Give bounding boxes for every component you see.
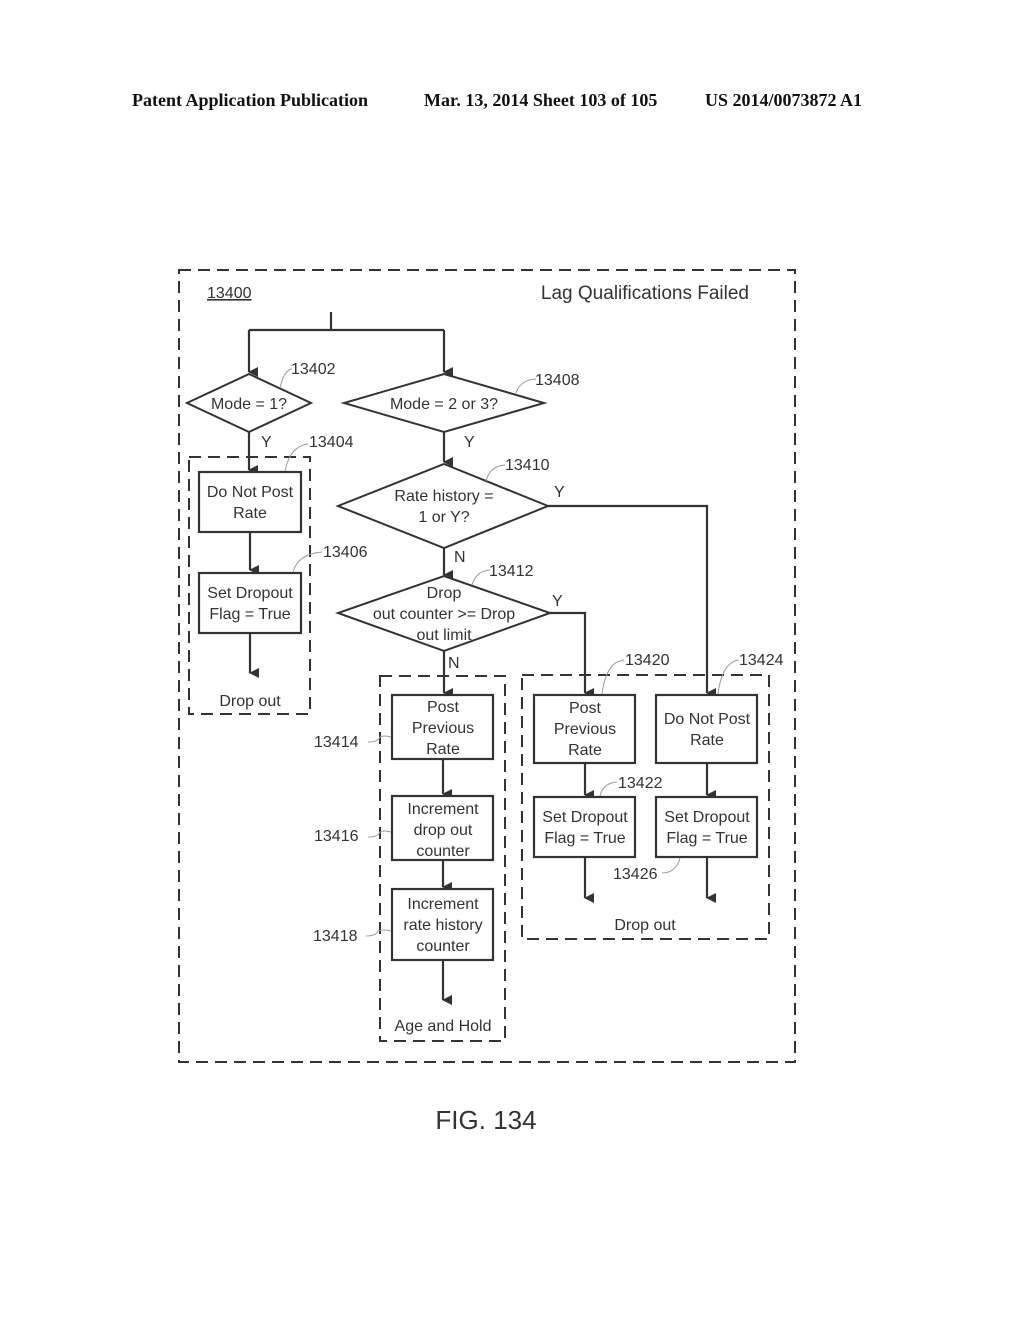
process-text: Post [569, 700, 602, 717]
leader-line [292, 551, 323, 573]
leader-line [661, 857, 681, 874]
process-13420: Post Previous Rate 13420 [532, 652, 670, 765]
process-text: Do Not Post [207, 484, 294, 501]
decision-13402: Mode = 1? 13402 [184, 361, 336, 434]
edge-label-yes: Y [261, 434, 272, 451]
decision-text: Mode = 2 or 3? [390, 396, 498, 413]
process-13416: Increment drop out counter 13416 [314, 794, 495, 862]
figure-label: FIG. 134 [435, 1105, 536, 1135]
process-text: rate history [403, 917, 482, 934]
leader-line [365, 929, 392, 937]
ref-label: 13420 [625, 652, 670, 669]
ref-label: 13404 [309, 434, 354, 451]
process-13422: Set Dropout Flag = True 13422 [532, 775, 663, 859]
leader-line [485, 464, 506, 482]
edge-label-yes: Y [552, 593, 563, 610]
process-text: Rate [233, 505, 267, 522]
decision-text: out limit [416, 627, 472, 644]
group-label: Drop out [219, 693, 281, 710]
ref-label: 13408 [535, 372, 580, 389]
process-text: Rate [568, 742, 602, 759]
process-text: Set Dropout [664, 809, 750, 826]
ref-label: 13416 [314, 828, 359, 845]
process-13418: Increment rate history counter 13418 [313, 887, 495, 962]
leader-line [601, 659, 625, 695]
decision-13410: Rate history = 1 or Y? 13410 [335, 457, 551, 550]
ref-label: 13410 [505, 457, 550, 474]
edge-label-no: N [454, 549, 466, 566]
decision-text: 1 or Y? [418, 509, 469, 526]
process-text: drop out [414, 822, 473, 839]
decision-text: Mode = 1? [211, 396, 287, 413]
ref-label: 13424 [739, 652, 784, 669]
process-13406: Set Dropout Flag = True 13406 [197, 544, 368, 635]
process-text: Set Dropout [207, 585, 293, 602]
group-label: Drop out [614, 917, 676, 934]
process-text: counter [416, 843, 470, 860]
edge-label-yes: Y [554, 484, 565, 501]
process-text: Rate [426, 741, 460, 758]
process-text: Flag = True [209, 606, 290, 623]
arrow-13412-yes [550, 611, 594, 698]
process-text: Increment [407, 801, 479, 818]
figure-ref-13400: 13400 [207, 285, 252, 302]
process-13404: Do Not Post Rate 13404 [197, 434, 354, 534]
edge-label-no: N [448, 655, 460, 672]
decision-text: Drop [427, 585, 462, 602]
process-13414: Post Previous Rate 13414 [314, 693, 495, 761]
flowchart: 13400 Lag Qualifications Failed Mode = 1… [178, 269, 796, 1135]
decision-text: out counter >= Drop [373, 606, 515, 623]
process-text: Do Not Post [664, 711, 751, 728]
ref-label: 13412 [489, 563, 534, 580]
process-text: Flag = True [544, 830, 625, 847]
ref-label: 13422 [618, 775, 663, 792]
decision-13412: Drop out counter >= Drop out limit 13412 [335, 563, 553, 653]
leader-line [515, 378, 537, 394]
process-13424: Do Not Post Rate 13424 [654, 652, 784, 765]
decision-13408: Mode = 2 or 3? 13408 [340, 372, 580, 434]
ref-label: 13418 [313, 928, 358, 945]
ref-label: 13414 [314, 734, 359, 751]
leader-line [717, 659, 740, 695]
edge-label-yes: Y [464, 434, 475, 451]
ref-label: 13402 [291, 361, 336, 378]
leader-line [599, 781, 618, 797]
decision-text: Rate history = [394, 488, 493, 505]
process-text: Previous [412, 720, 474, 737]
process-text: Set Dropout [542, 809, 628, 826]
process-text: Flag = True [666, 830, 747, 847]
group-label: Age and Hold [395, 1018, 492, 1035]
process-text: Previous [554, 721, 616, 738]
leader-line [471, 569, 491, 586]
process-text: Increment [407, 896, 479, 913]
process-text: counter [416, 938, 470, 955]
diagram-title: Lag Qualifications Failed [541, 283, 749, 304]
ref-label: 13426 [613, 866, 658, 883]
process-text: Rate [690, 732, 724, 749]
process-text: Post [427, 699, 460, 716]
ref-label: 13406 [323, 544, 368, 561]
